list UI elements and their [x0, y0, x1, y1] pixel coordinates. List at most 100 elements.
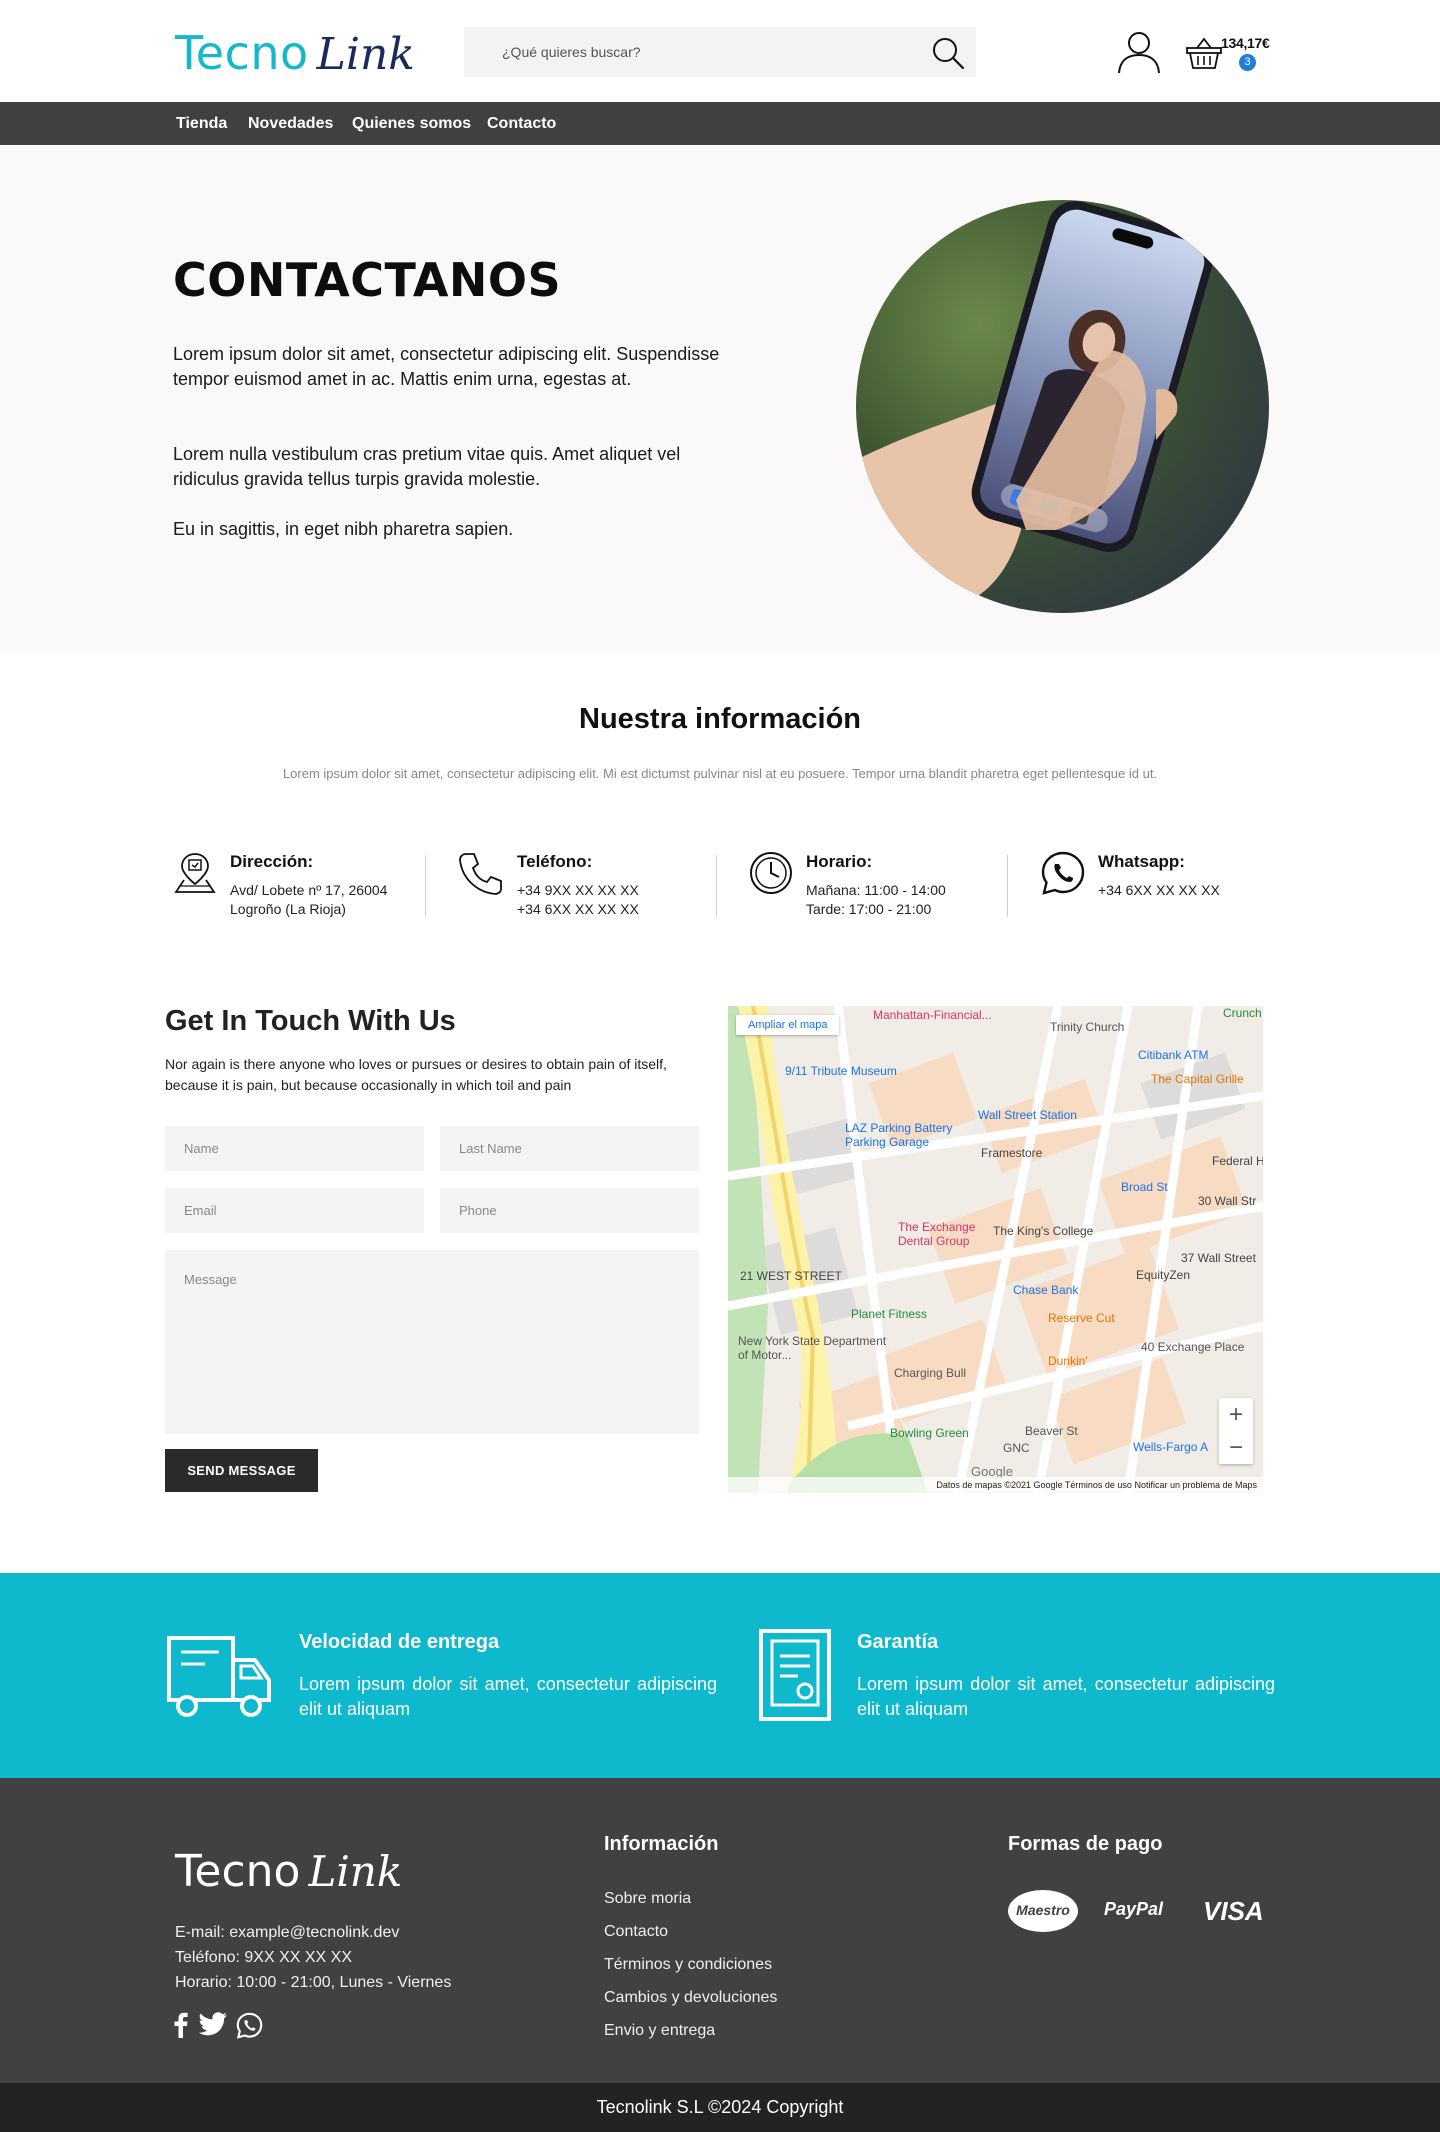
map-label: LAZ Parking Battery Parking Garage [845, 1121, 953, 1149]
feature-title-delivery: Velocidad de entrega [299, 1631, 500, 1653]
map-pin-icon [174, 853, 216, 893]
email-field[interactable] [165, 1188, 424, 1233]
feature-text-warranty: Lorem ipsum dolor sit amet, consectetur … [857, 1674, 1275, 1719]
map-label: New York State Department of Motor... [738, 1334, 887, 1362]
map-label: 21 WEST STREET [740, 1269, 842, 1283]
whatsapp-title: Whatsapp: [1098, 852, 1185, 871]
footer-link-terms[interactable]: Términos y condiciones [604, 1956, 772, 1974]
whatsapp-icon[interactable] [236, 2012, 263, 2039]
footer-logo[interactable]: Tecno Link [175, 1846, 402, 1897]
footer-logo-link: Link [308, 1847, 403, 1896]
contact-form-text: Nor again is there anyone who loves or p… [165, 1056, 667, 1093]
last-name-field[interactable] [440, 1126, 699, 1171]
cart-count-badge: 3 [1239, 54, 1256, 71]
expand-map-button[interactable]: Ampliar el mapa [736, 1015, 840, 1035]
cart-total[interactable]: 134,17€ [1221, 35, 1270, 51]
footer-payment-title: Formas de pago [1008, 1833, 1163, 1855]
footer-hours: Horario: 10:00 - 21:00, Lunes - Viernes [175, 1974, 452, 1991]
address-title: Dirección: [230, 852, 314, 871]
name-field[interactable] [165, 1126, 424, 1171]
zoom-out-button[interactable]: − [1219, 1431, 1253, 1464]
search-input[interactable] [464, 27, 976, 77]
facebook-icon[interactable] [174, 2012, 188, 2038]
paypal-logo: PayPal [1104, 1899, 1164, 1919]
info-section-subtitle: Lorem ipsum dolor sit amet, consectetur … [282, 766, 1158, 781]
message-field[interactable] [165, 1250, 699, 1434]
hours-line-1: Mañana: 11:00 - 14:00 [806, 882, 946, 898]
clock-icon [750, 852, 792, 894]
send-message-button[interactable]: SEND MESSAGE [165, 1449, 318, 1492]
map-zoom-control: + − [1219, 1398, 1253, 1464]
map-label: Federal H [1212, 1154, 1263, 1168]
certificate-icon [759, 1629, 831, 1721]
phone-title: Teléfono: [517, 852, 593, 871]
info-section-title: Nuestra información [579, 703, 861, 735]
map-label: Charging Bull [894, 1366, 967, 1380]
map-label: Manhattan-Financial... [873, 1008, 992, 1022]
whatsapp-icon [1041, 851, 1085, 895]
google-map[interactable]: Ampliar el mapa Manhattan-Financial... 9… [728, 1006, 1263, 1493]
footer-phone: Teléfono: 9XX XX XX XX [175, 1949, 352, 1966]
footer-info-title: Información [604, 1833, 719, 1855]
map-label: 40 Exchange Place [1141, 1340, 1245, 1354]
basket-icon[interactable] [1186, 36, 1222, 70]
hero-paragraph-2: Lorem nulla vestibulum cras pretium vita… [173, 444, 681, 489]
user-icon[interactable] [1116, 30, 1162, 74]
feature-text-delivery: Lorem ipsum dolor sit amet, consectetur … [299, 1674, 717, 1719]
phone-line-1: +34 9XX XX XX XX [517, 882, 639, 898]
visa-logo: VISA [1203, 1896, 1264, 1926]
hero-section: CONTACTANOS Lorem ipsum dolor sit amet, … [0, 145, 1440, 652]
footer-email: E-mail: example@tecnolink.dev [175, 1924, 400, 1941]
map-label: Reserve Cut [1048, 1311, 1115, 1325]
delivery-truck-icon [167, 1636, 271, 1717]
phone-field[interactable] [440, 1188, 699, 1233]
footer-link-returns[interactable]: Cambios y devoluciones [604, 1989, 777, 2007]
phone-line-2: +34 6XX XX XX XX [517, 901, 639, 917]
footer-logo-tecno: Tecno [175, 1846, 301, 1897]
map-attribution[interactable]: Datos de mapas ©2021 Google Términos de … [728, 1477, 1263, 1493]
search-bar [464, 27, 976, 77]
phone-icon [459, 853, 502, 895]
map-label: GNC [1003, 1441, 1030, 1455]
twitter-icon[interactable] [199, 2012, 227, 2036]
info-divider [716, 855, 717, 917]
nav-item-novedades[interactable]: Novedades [248, 115, 333, 133]
contact-form-title: Get In Touch With Us [165, 1005, 456, 1037]
site-footer: Tecno Link E-mail: example@tecnolink.dev… [0, 1778, 1440, 2083]
address-line-1: Avd/ Lobete nº 17, 26004 [230, 882, 388, 898]
footer-link-contact[interactable]: Contacto [604, 1923, 668, 1941]
hero-paragraph-1: Lorem ipsum dolor sit amet, consectetur … [173, 344, 720, 389]
hero-paragraph-3: Eu in sagittis, in eget nibh pharetra sa… [173, 519, 514, 539]
maestro-logo: Maestro [1008, 1890, 1078, 1932]
map-label: 30 Wall Str [1198, 1194, 1257, 1208]
map-label: Trinity Church [1050, 1020, 1125, 1034]
nav-item-contacto[interactable]: Contacto [487, 115, 556, 133]
map-label: Planet Fitness [851, 1307, 928, 1321]
nav-item-quienes-somos[interactable]: Quienes somos [352, 115, 471, 133]
main-nav: Tienda Novedades Quienes somos Contacto [0, 102, 1440, 145]
top-header: Tecno Link 134,17€ 3 [0, 0, 1440, 102]
nav-item-tienda[interactable]: Tienda [176, 115, 227, 133]
map-label: Wells-Fargo A [1133, 1440, 1209, 1454]
hours-title: Horario: [806, 852, 873, 871]
map-label: 37 Wall Street [1181, 1251, 1256, 1265]
map-label: Crunch [1223, 1006, 1262, 1020]
hero-phone-image [856, 200, 1269, 613]
map-label: Broad St [1121, 1180, 1168, 1194]
features-band: Velocidad de entrega Lorem ipsum dolor s… [0, 1573, 1440, 1778]
logo[interactable]: Tecno Link [175, 26, 415, 82]
zoom-in-button[interactable]: + [1219, 1398, 1253, 1431]
info-divider [425, 855, 426, 917]
map-label: Bowling Green [890, 1426, 969, 1440]
map-label: Chase Bank [1013, 1283, 1079, 1297]
map-label: Framestore [981, 1146, 1043, 1160]
footer-link-about[interactable]: Sobre moria [604, 1890, 691, 1908]
footer-link-shipping[interactable]: Envio y entrega [604, 2022, 715, 2040]
map-label: EquityZen [1136, 1268, 1191, 1282]
address-line-2: Logroño (La Rioja) [230, 901, 346, 917]
feature-title-warranty: Garantía [857, 1631, 939, 1653]
map-label: Beaver St [1025, 1424, 1078, 1438]
search-icon[interactable] [930, 35, 966, 71]
logo-text-link: Link [316, 29, 415, 80]
copyright-bar: Tecnolink S.L ©2024 Copyright [0, 2083, 1440, 2132]
